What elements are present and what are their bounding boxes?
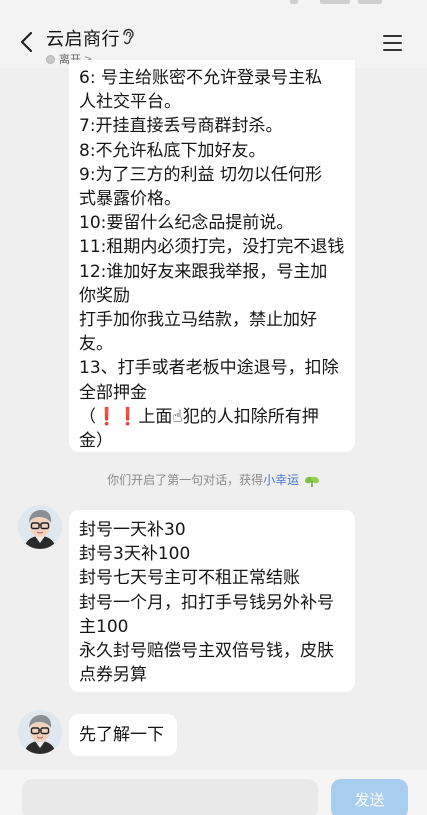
- message-line: 10:要留什么纪念品提前说。: [79, 213, 294, 234]
- exclamation-icon: ❗❗: [96, 406, 139, 427]
- message-input[interactable]: [22, 779, 318, 815]
- avatar[interactable]: [18, 505, 62, 549]
- message-line: 9:为了三方的利益 切勿以任何形: [79, 164, 322, 185]
- paren-open: （: [79, 406, 96, 427]
- system-note: 你们开启了第一句对话，获得小幸运: [0, 471, 427, 488]
- presence-dot-icon: [46, 54, 55, 64]
- message-line: 点券另算: [79, 665, 147, 686]
- message-line: 主100: [79, 616, 129, 637]
- message-line: 式暴露价格。: [79, 189, 181, 210]
- message-line: 全部押金: [79, 382, 147, 403]
- message-line: 先了解一下: [79, 725, 164, 745]
- message-line: 12:谁加好友来跟我举报，号主加: [79, 261, 328, 282]
- status-bar-fragment: [280, 0, 390, 6]
- message-line-warning: （❗❗上面☝犯的人扣除所有押: [79, 405, 345, 429]
- chat-title: 云启商行: [46, 29, 120, 50]
- message-line: 11:租期内必须打完，没打完不退钱: [79, 237, 345, 258]
- message-line: 7:开挂直接丢号商群封杀。: [79, 116, 283, 137]
- back-arrow-icon: [20, 31, 33, 53]
- system-note-text: 你们开启了第一句对话，获得: [107, 473, 264, 487]
- message-line: 人社交平台。: [79, 92, 181, 113]
- message-line: 6: 号主给账密不允许登录号主私: [79, 68, 322, 88]
- message-line: 友。: [79, 334, 113, 355]
- ear-icon[interactable]: [121, 28, 135, 46]
- message-line: 封号一天补30: [79, 520, 186, 540]
- message-line: 永久封号赔偿号主双倍号钱，皮肤: [79, 641, 334, 662]
- avatar-icon: [18, 505, 62, 549]
- message-line: 打手加你我立马结款，禁止加好: [79, 310, 317, 331]
- lucky-link[interactable]: 小幸运: [263, 473, 299, 487]
- message-bubble-rules: 6: 号主给账密不允许登录号主私 人社交平台。 7:开挂直接丢号商群封杀。 8:…: [69, 60, 355, 452]
- clover-icon: [304, 476, 319, 487]
- back-button[interactable]: [14, 28, 42, 56]
- message-line: 封号3天补100: [79, 544, 191, 565]
- message-line: 金）: [79, 431, 113, 452]
- menu-icon: [383, 35, 402, 37]
- message-line: 封号七天号主可不租正常结账: [79, 568, 300, 589]
- message-bubble-compensation: 封号一天补30 封号3天补100 封号七天号主可不租正常结账 封号一个月，扣打手…: [69, 510, 355, 692]
- composer-bar: 发送: [0, 770, 427, 815]
- message-line: 13、打手或者老板中途退号，扣除: [79, 358, 339, 379]
- message-line: 你奖励: [79, 285, 130, 306]
- menu-button[interactable]: [383, 34, 405, 52]
- send-button[interactable]: 发送: [331, 779, 408, 815]
- warning-text: 上面☝犯的人扣除所有押: [138, 406, 319, 427]
- avatar[interactable]: [18, 710, 62, 754]
- chat-header: 云启商行 离开 >: [0, 0, 427, 68]
- avatar-icon: [18, 710, 62, 754]
- message-line: 封号一个月，扣打手号钱另外补号: [79, 592, 334, 613]
- message-bubble-short: 先了解一下: [69, 714, 177, 756]
- message-line: 8:不允许私底下加好友。: [79, 140, 266, 161]
